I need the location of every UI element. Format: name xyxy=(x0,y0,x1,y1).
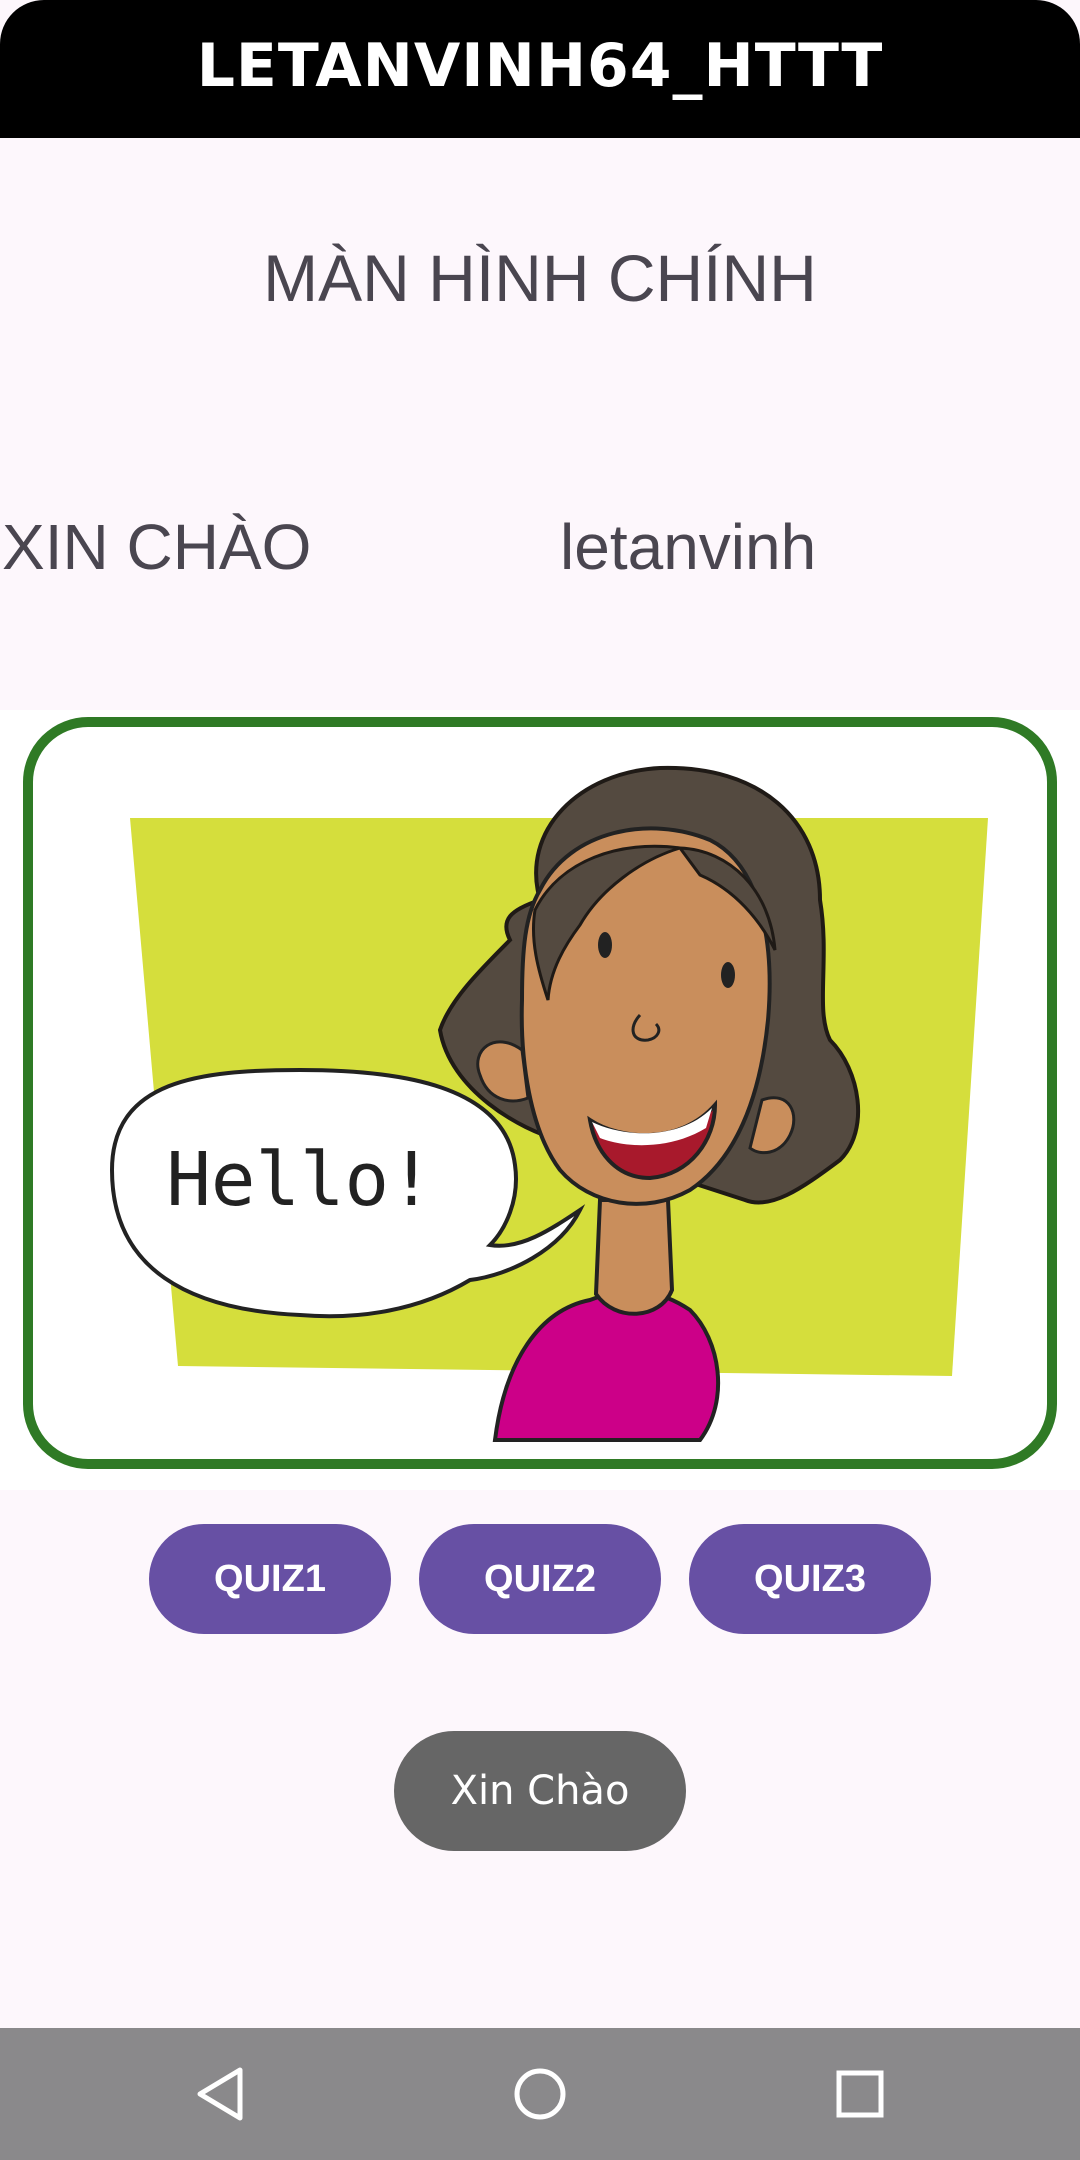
hello-illustration-image: Hello! xyxy=(23,717,1057,1469)
quiz3-button[interactable]: QUIZ3 xyxy=(689,1524,931,1634)
username-text: letanvinh xyxy=(560,511,817,583)
greeting-label: XIN CHÀO xyxy=(2,511,312,583)
greeting-row: XIN CHÀO letanvinh xyxy=(0,510,1080,600)
quiz-button-row: QUIZ1 QUIZ2 QUIZ3 xyxy=(0,1524,1080,1634)
recents-icon xyxy=(836,2070,884,2118)
home-icon xyxy=(514,2068,566,2120)
left-eye xyxy=(598,932,612,958)
home-button[interactable] xyxy=(504,2058,576,2130)
toast-message: Xin Chào xyxy=(394,1731,686,1851)
neck xyxy=(593,1198,675,1316)
hello-illustration: Hello! xyxy=(0,710,1080,1490)
app-title: LETANVINH64_HTTT xyxy=(196,31,884,101)
back-button[interactable] xyxy=(186,2058,258,2130)
back-icon xyxy=(197,2067,243,2121)
quiz1-button[interactable]: QUIZ1 xyxy=(149,1524,391,1634)
screen-heading: MÀN HÌNH CHÍNH xyxy=(263,241,817,315)
app-bar: LETANVINH64_HTTT xyxy=(0,0,1080,138)
right-eye xyxy=(721,962,735,988)
recents-button[interactable] xyxy=(824,2058,896,2130)
system-nav-bar xyxy=(0,2028,1080,2160)
speech-text: Hello! xyxy=(166,1137,433,1223)
quiz2-button[interactable]: QUIZ2 xyxy=(419,1524,661,1634)
